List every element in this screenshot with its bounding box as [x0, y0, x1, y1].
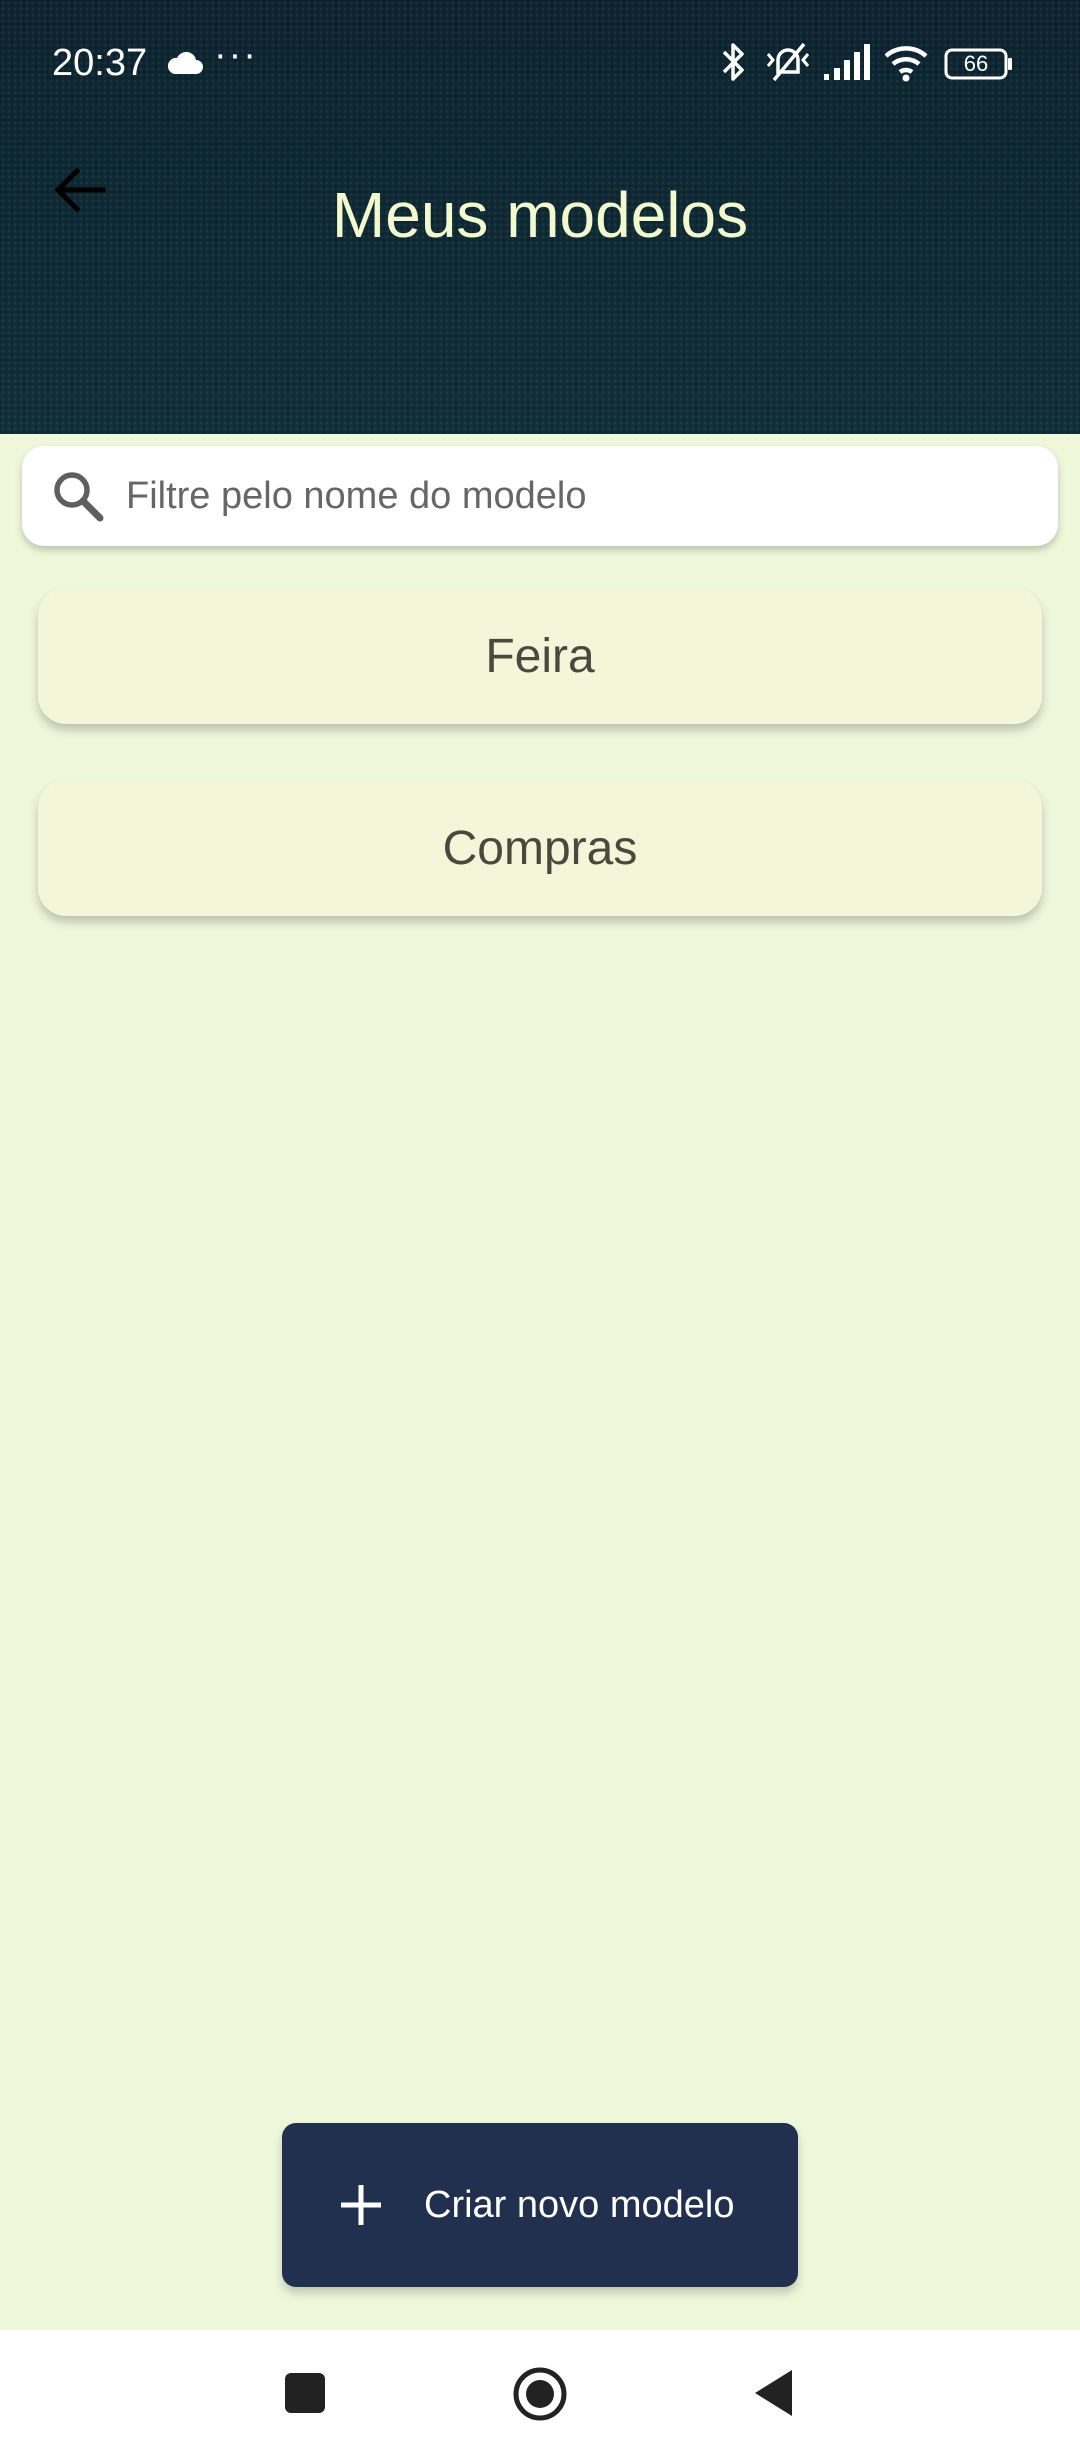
vibrate-off-icon [766, 42, 810, 82]
status-time: 20:37 [52, 42, 148, 84]
bluetooth-icon [722, 43, 744, 81]
cloud-icon [167, 52, 203, 74]
signal-icon [824, 44, 870, 80]
battery-icon: 66 [944, 48, 1014, 80]
wifi-icon [884, 46, 928, 82]
status-bar: 20:37 ··· 66 [0, 0, 1080, 130]
page-title: Meus modelos [331, 179, 749, 251]
create-model-label: Criar novo modelo [424, 2183, 735, 2226]
model-card-feira[interactable]: Feira [38, 588, 1042, 724]
search-input[interactable] [126, 474, 1026, 518]
system-nav-bar [0, 2330, 1080, 2460]
back-triangle-icon[interactable] [752, 2368, 794, 2418]
model-card-compras[interactable]: Compras [38, 780, 1042, 916]
model-card-label: Feira [485, 629, 595, 683]
more-notifications-icon: ··· [214, 34, 258, 76]
search-icon [54, 472, 104, 522]
plus-icon [341, 2185, 381, 2225]
app-header: 20:37 ··· 66 Meus modelos [0, 0, 1080, 434]
search-bar[interactable] [22, 446, 1058, 546]
battery-level: 66 [963, 51, 989, 76]
home-circle-icon[interactable] [512, 2366, 568, 2422]
create-model-button[interactable]: Criar novo modelo [282, 2123, 798, 2287]
recents-square-icon[interactable] [284, 2372, 326, 2414]
model-card-label: Compras [442, 821, 638, 875]
